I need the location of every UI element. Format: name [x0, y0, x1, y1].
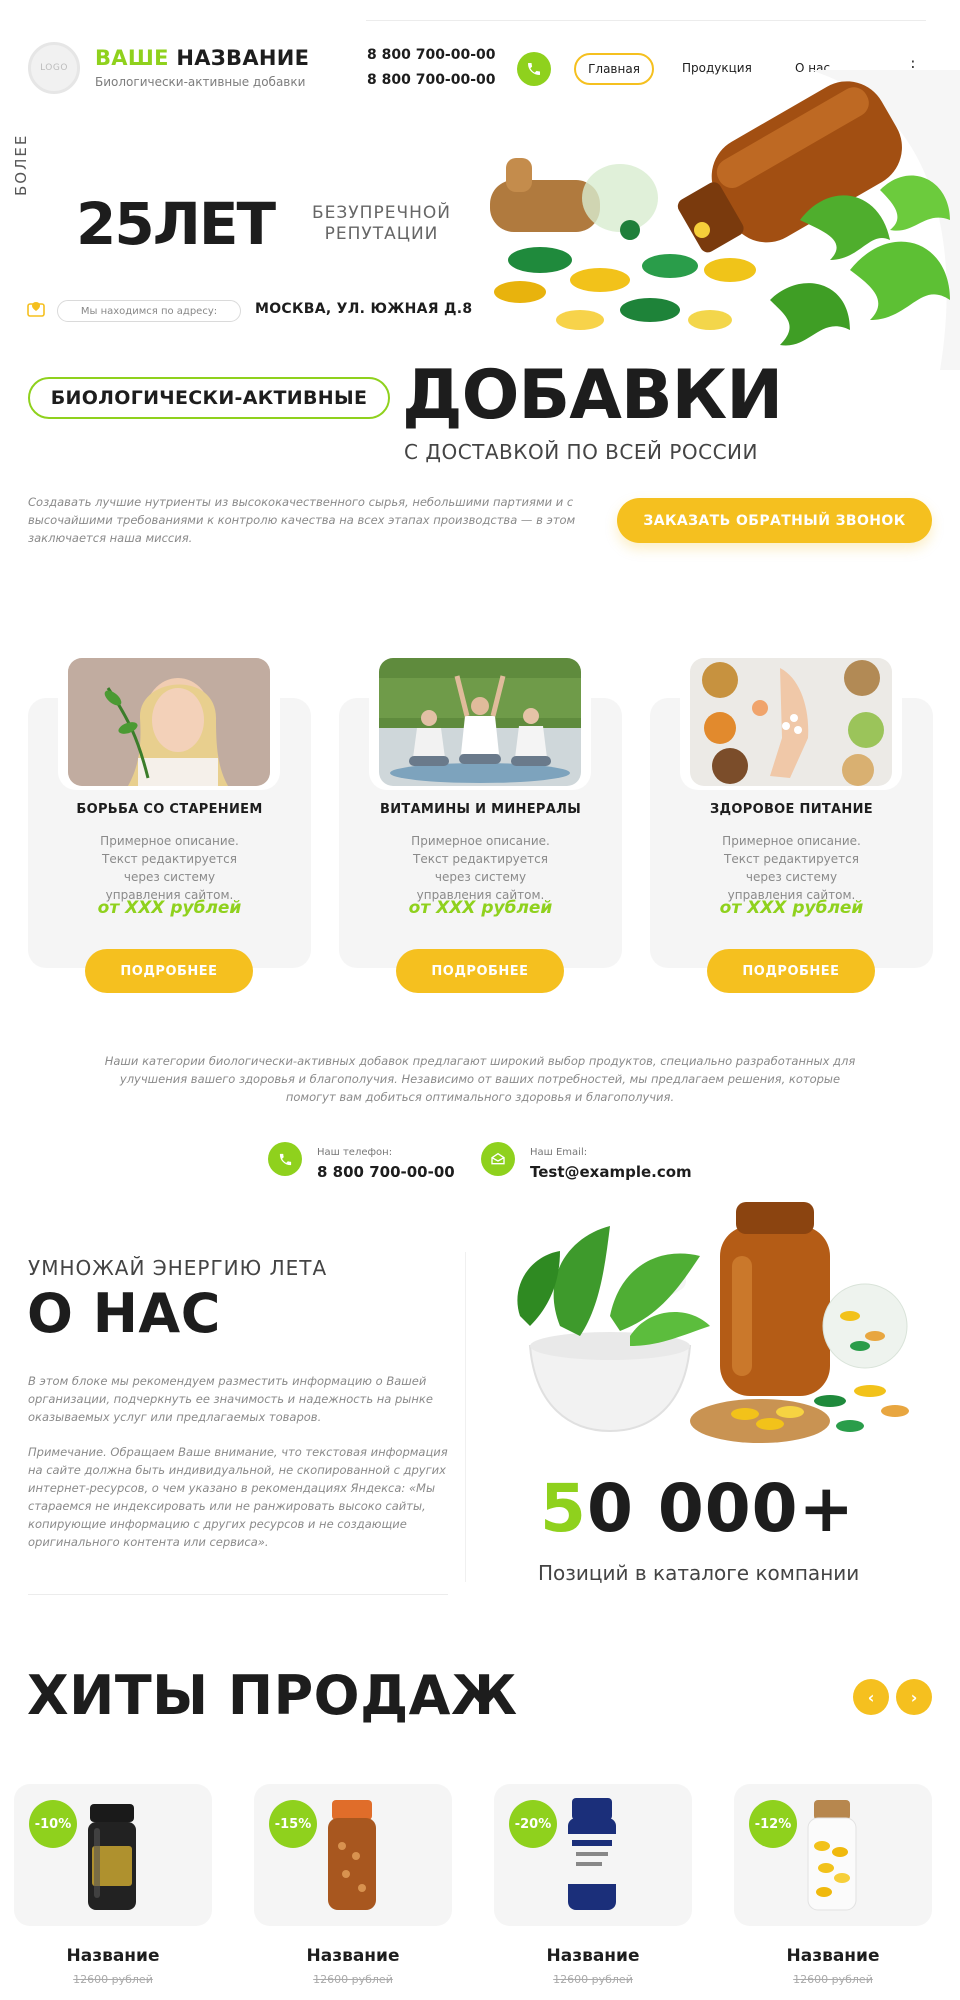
- product-old-price: 12600 рублей: [313, 1973, 393, 1986]
- category-price: от XXX рублей: [719, 898, 864, 918]
- years-caption-line-1: БЕЗУПРЕЧНОЙ: [312, 203, 451, 223]
- category-description: Примерное описание. Текст редактируется …: [411, 834, 550, 902]
- category-title: БОРЬБА СО СТАРЕНИЕМ: [76, 802, 263, 817]
- address-label-pill: Мы находимся по адресу:: [57, 300, 241, 322]
- details-button[interactable]: ПОДРОБНЕЕ: [85, 949, 253, 993]
- catalog-caption: Позиций в каталоге компании: [538, 1561, 860, 1585]
- address-text: МОСКВА, УЛ. ЮЖНАЯ Д.8: [255, 301, 473, 317]
- bio-label-pill: БИОЛОГИЧЕСКИ-АКТИВНЫЕ: [28, 377, 390, 419]
- catalog-count-accent: 5: [540, 1470, 587, 1547]
- phone-icon: [279, 1153, 291, 1165]
- email-label: Наш Email:: [530, 1147, 588, 1158]
- mail-icon: [491, 1152, 505, 1165]
- mission-text: Создавать лучшие нутриенты из высококаче…: [28, 495, 576, 545]
- brand-title-rest: НАЗВАНИЕ: [168, 46, 310, 70]
- years-number: 25ЛЕТ: [76, 190, 276, 258]
- product-name[interactable]: Название: [734, 1946, 932, 1966]
- category-price: от XXX рублей: [97, 898, 242, 918]
- category-title: ЗДОРОВОЕ ПИТАНИЕ: [710, 802, 873, 817]
- product-name[interactable]: Название: [494, 1946, 692, 1966]
- slider-prev-button[interactable]: ‹: [853, 1679, 889, 1715]
- contact-email-button[interactable]: [481, 1142, 515, 1176]
- catalog-count: 50 000+: [540, 1470, 855, 1547]
- product-jar-calcium: [568, 1798, 616, 1910]
- header-divider: [366, 20, 926, 21]
- slider-next-button[interactable]: ›: [896, 1679, 932, 1715]
- discount-badge: -15%: [269, 1800, 317, 1848]
- category-image-frame: [58, 648, 280, 790]
- category-description: Примерное описание. Текст редактируется …: [100, 834, 239, 902]
- logo-text: LOGO: [40, 63, 68, 73]
- details-button[interactable]: ПОДРОБНЕЕ: [707, 949, 875, 993]
- categories-description: Наши категории биологически-активных доб…: [104, 1054, 856, 1104]
- hero-headline: ДОБАВКИ: [402, 356, 783, 435]
- woman-portrait-image: [68, 658, 270, 786]
- about-kicker: УМНОЖАЙ ЭНЕРГИЮ ЛЕТА: [28, 1256, 328, 1280]
- email-value[interactable]: Test@example.com: [530, 1163, 692, 1181]
- yoga-people-image: [379, 658, 581, 786]
- discount-badge: -10%: [29, 1800, 77, 1848]
- chevron-right-icon: ›: [910, 1687, 918, 1707]
- product-jar-capsules: [807, 1800, 857, 1911]
- mortar-pills-image: [517, 1202, 909, 1443]
- product-old-price: 12600 рублей: [793, 1973, 873, 1986]
- hero-supplements-image: [490, 70, 960, 370]
- logo[interactable]: LOGO: [28, 42, 80, 94]
- map-icon: [27, 302, 45, 317]
- chevron-left-icon: ‹: [867, 1687, 875, 1707]
- details-button[interactable]: ПОДРОБНЕЕ: [396, 949, 564, 993]
- category-image-frame: [680, 648, 902, 790]
- catalog-count-rest: 0 000+: [586, 1470, 855, 1547]
- healthy-food-image: [690, 658, 892, 786]
- about-divider: [28, 1594, 448, 1595]
- about-vertical-divider: [465, 1252, 466, 1582]
- product-old-price: 12600 рублей: [73, 1973, 153, 1986]
- phone-value[interactable]: 8 800 700-00-00: [317, 1163, 455, 1181]
- more-label: БОЛЕЕ: [12, 133, 30, 196]
- about-paragraph-1: В этом блоке мы рекомендуем разместить и…: [28, 1374, 433, 1424]
- brand-title: ВАШЕ НАЗВАНИЕ: [95, 46, 309, 70]
- category-price: от XXX рублей: [408, 898, 553, 918]
- product-old-price: 12600 рублей: [553, 1973, 633, 1986]
- discount-badge: -20%: [509, 1800, 557, 1848]
- about-paragraph-2: Примечание. Обращаем Ваше внимание, что …: [28, 1445, 448, 1549]
- product-jar-amber: [328, 1800, 376, 1910]
- brand-title-accent: ВАШЕ: [95, 46, 169, 70]
- discount-badge: -12%: [749, 1800, 797, 1848]
- header-phone-1[interactable]: 8 800 700-00-00: [367, 47, 496, 63]
- callback-button[interactable]: ЗАКАЗАТЬ ОБРАТНЫЙ ЗВОНОК: [617, 498, 932, 543]
- brand-subtitle: Биологически-активные добавки: [95, 75, 306, 89]
- contact-phone-button[interactable]: [268, 1142, 302, 1176]
- phone-label: Наш телефон:: [317, 1147, 393, 1158]
- product-jar-black: [88, 1804, 136, 1910]
- about-title: О НАС: [27, 1282, 221, 1345]
- years-caption-line-2: РЕПУТАЦИИ: [324, 224, 439, 244]
- hits-title: ХИТЫ ПРОДАЖ: [27, 1664, 518, 1727]
- category-title: ВИТАМИНЫ И МИНЕРАЛЫ: [380, 802, 581, 817]
- category-description: Примерное описание. Текст редактируется …: [722, 834, 861, 902]
- product-name[interactable]: Название: [254, 1946, 452, 1966]
- product-name[interactable]: Название: [14, 1946, 212, 1966]
- hero-delivery: С ДОСТАВКОЙ ПО ВСЕЙ РОССИИ: [404, 440, 758, 464]
- years-caption: БЕЗУПРЕЧНОЙ РЕПУТАЦИИ: [312, 203, 451, 245]
- category-image-frame: [369, 648, 591, 790]
